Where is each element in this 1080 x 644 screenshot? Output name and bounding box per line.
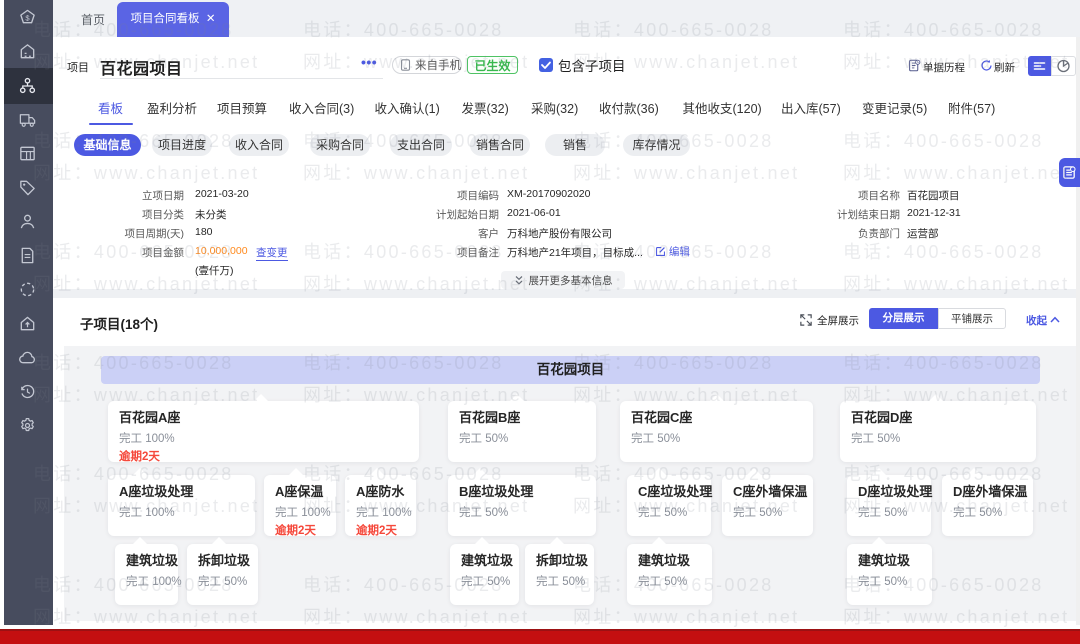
svg-text:$: $ [25,14,30,23]
